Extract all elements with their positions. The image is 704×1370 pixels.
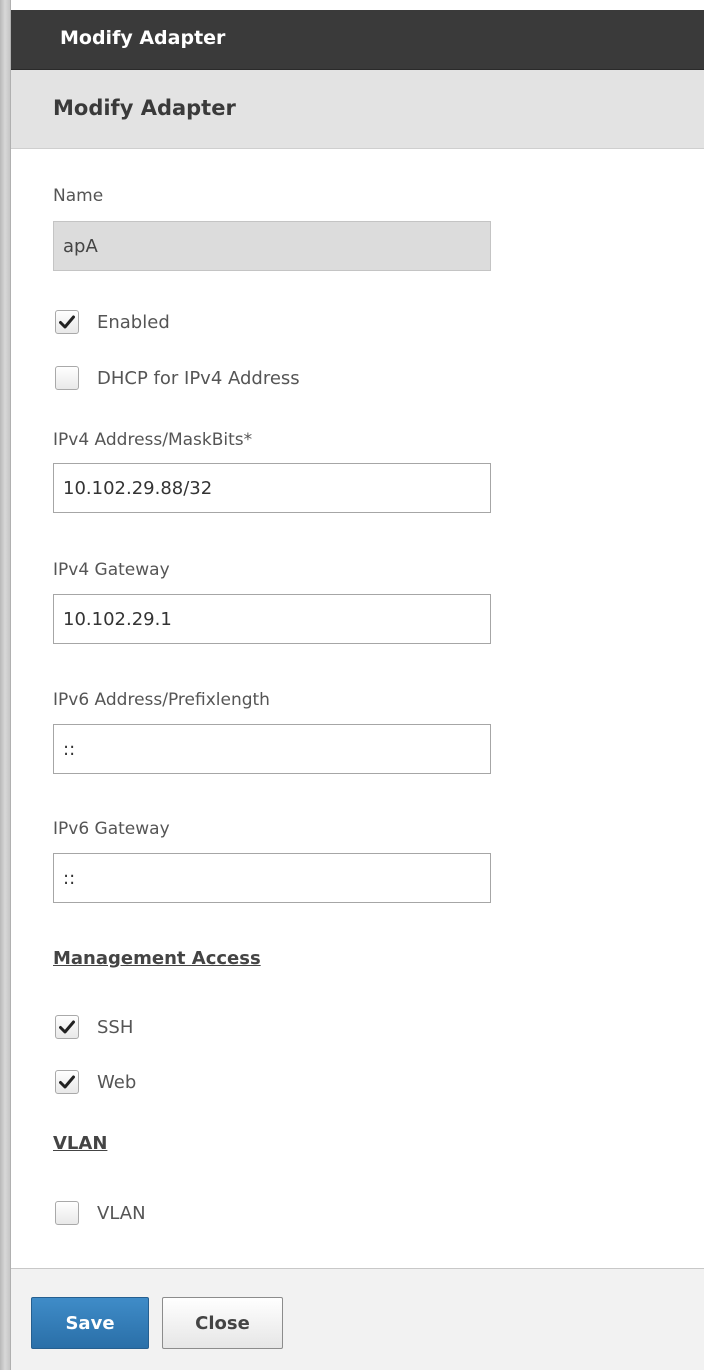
management-access-heading: Management Access xyxy=(53,948,261,969)
ipv4-gateway-label: IPv4 Gateway xyxy=(53,560,170,580)
dhcp-checkbox[interactable] xyxy=(55,366,79,390)
enabled-checkbox[interactable] xyxy=(55,310,79,334)
dialog-footer: Save Close xyxy=(11,1268,704,1370)
dialog-titlebar[interactable]: Modify Adapter xyxy=(11,10,704,70)
enabled-label: Enabled xyxy=(97,311,170,333)
checkmark-icon xyxy=(59,1020,75,1034)
enabled-option[interactable]: Enabled xyxy=(55,309,170,335)
web-option[interactable]: Web xyxy=(55,1069,136,1095)
vlan-option[interactable]: VLAN xyxy=(55,1200,146,1226)
ipv6-gateway-label: IPv6 Gateway xyxy=(53,819,170,839)
dhcp-option[interactable]: DHCP for IPv4 Address xyxy=(55,365,300,391)
vlan-label: VLAN xyxy=(97,1202,146,1224)
ipv4-address-label: IPv4 Address/MaskBits* xyxy=(53,430,253,450)
checkmark-icon xyxy=(59,1075,75,1089)
vlan-heading: VLAN xyxy=(53,1133,108,1154)
checkmark-icon xyxy=(59,315,75,329)
web-checkbox[interactable] xyxy=(55,1070,79,1094)
name-label: Name xyxy=(53,186,104,206)
ssh-checkbox[interactable] xyxy=(55,1015,79,1039)
form-header: Modify Adapter xyxy=(11,70,704,149)
save-button[interactable]: Save xyxy=(31,1297,149,1349)
window-edge xyxy=(0,0,11,1370)
close-button[interactable]: Close xyxy=(162,1297,283,1349)
ipv6-gateway-input[interactable] xyxy=(53,853,491,903)
form-heading: Modify Adapter xyxy=(53,96,236,120)
ipv4-address-input[interactable] xyxy=(53,463,491,513)
vlan-checkbox[interactable] xyxy=(55,1201,79,1225)
ipv4-gateway-input[interactable] xyxy=(53,594,491,644)
dhcp-label: DHCP for IPv4 Address xyxy=(97,367,300,389)
ssh-label: SSH xyxy=(97,1016,134,1038)
ipv6-address-input[interactable] xyxy=(53,724,491,774)
ipv6-address-label: IPv6 Address/Prefixlength xyxy=(53,690,270,710)
web-label: Web xyxy=(97,1071,137,1093)
modify-adapter-dialog: Modify Adapter Modify Adapter Name Enabl… xyxy=(0,0,704,1370)
name-input[interactable] xyxy=(53,221,491,271)
ssh-option[interactable]: SSH xyxy=(55,1014,133,1040)
dialog-title: Modify Adapter xyxy=(60,27,226,49)
